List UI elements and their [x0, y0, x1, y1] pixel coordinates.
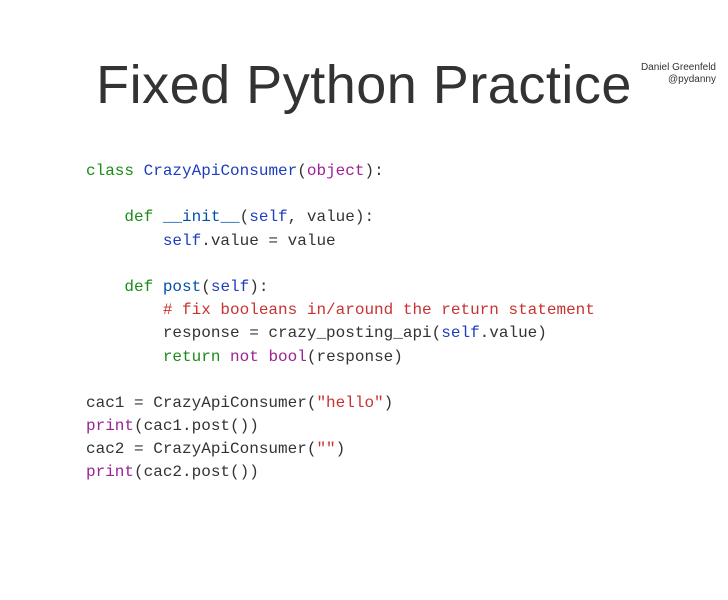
param-self: self: [249, 208, 287, 226]
code-block: class CrazyApiConsumer(object): def __in…: [86, 160, 728, 485]
code-line: cac2 = CrazyApiConsumer(: [86, 440, 316, 458]
kw-class: class: [86, 162, 134, 180]
attribution: Daniel Greenfeld @pydanny: [641, 62, 716, 86]
builtin-bool: bool: [268, 348, 306, 366]
slide-title: Fixed Python Practice: [0, 54, 728, 116]
class-name: CrazyApiConsumer: [144, 162, 298, 180]
str-hello: "hello": [316, 394, 383, 412]
code-text: ): [384, 394, 394, 412]
kw-def: def: [124, 278, 153, 296]
fn-post: post: [163, 278, 201, 296]
code-line: cac1 = CrazyApiConsumer(: [86, 394, 316, 412]
builtin-object: object: [307, 162, 365, 180]
code-text: ): [336, 440, 346, 458]
author-handle: @pydanny: [641, 74, 716, 86]
self-ref: self: [441, 324, 479, 342]
fn-init: __init__: [163, 208, 240, 226]
param-value: , value):: [288, 208, 374, 226]
param-self: self: [211, 278, 249, 296]
code-text: .value): [480, 324, 547, 342]
str-empty: "": [316, 440, 335, 458]
self-ref: self: [163, 232, 201, 250]
code-text: (response): [307, 348, 403, 366]
comment: # fix booleans in/around the return stat…: [163, 301, 595, 319]
kw-return: return: [163, 348, 221, 366]
builtin-print: print: [86, 417, 134, 435]
code-text: (cac1.post()): [134, 417, 259, 435]
code-line: response = crazy_posting_api(: [86, 324, 441, 342]
op-not: not: [230, 348, 259, 366]
code-text: (cac2.post()): [134, 463, 259, 481]
assign-value: .value = value: [201, 232, 335, 250]
kw-def: def: [124, 208, 153, 226]
author-name: Daniel Greenfeld: [641, 62, 716, 74]
builtin-print: print: [86, 463, 134, 481]
